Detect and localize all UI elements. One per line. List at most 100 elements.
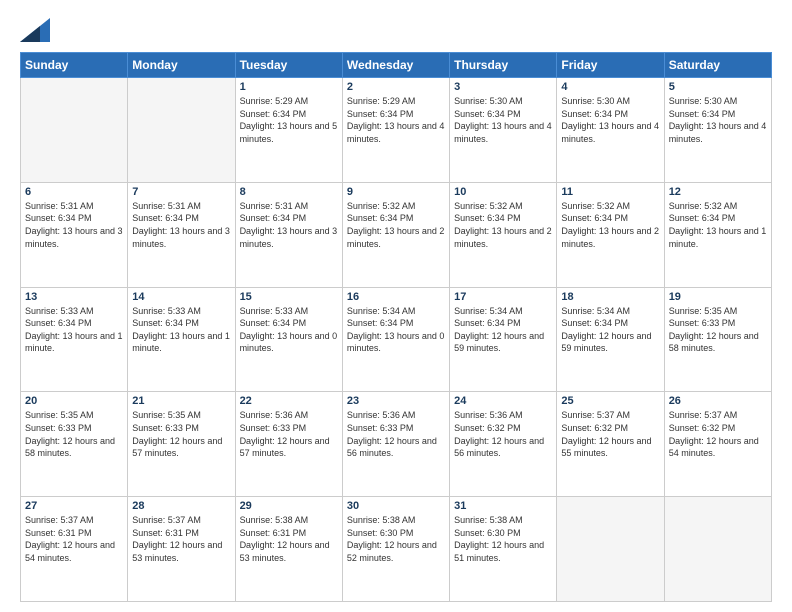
calendar-cell: 21 Sunrise: 5:35 AM Sunset: 6:33 PM Dayli… bbox=[128, 392, 235, 497]
header bbox=[20, 18, 772, 42]
calendar-cell: 27 Sunrise: 5:37 AM Sunset: 6:31 PM Dayli… bbox=[21, 497, 128, 602]
day-info: Sunrise: 5:32 AM Sunset: 6:34 PM Dayligh… bbox=[561, 200, 659, 250]
day-info: Sunrise: 5:35 AM Sunset: 6:33 PM Dayligh… bbox=[669, 305, 767, 355]
day-info: Sunrise: 5:37 AM Sunset: 6:31 PM Dayligh… bbox=[25, 514, 123, 564]
weekday-header-wednesday: Wednesday bbox=[342, 53, 449, 78]
calendar-week-5: 27 Sunrise: 5:37 AM Sunset: 6:31 PM Dayli… bbox=[21, 497, 772, 602]
day-number: 26 bbox=[669, 395, 767, 407]
day-info: Sunrise: 5:31 AM Sunset: 6:34 PM Dayligh… bbox=[132, 200, 230, 250]
day-info: Sunrise: 5:38 AM Sunset: 6:30 PM Dayligh… bbox=[454, 514, 552, 564]
day-info: Sunrise: 5:36 AM Sunset: 6:32 PM Dayligh… bbox=[454, 409, 552, 459]
day-number: 19 bbox=[669, 291, 767, 303]
calendar-cell: 7 Sunrise: 5:31 AM Sunset: 6:34 PM Daylig… bbox=[128, 182, 235, 287]
day-info: Sunrise: 5:38 AM Sunset: 6:31 PM Dayligh… bbox=[240, 514, 338, 564]
weekday-header-thursday: Thursday bbox=[450, 53, 557, 78]
weekday-header-saturday: Saturday bbox=[664, 53, 771, 78]
day-number: 3 bbox=[454, 81, 552, 93]
calendar-cell: 23 Sunrise: 5:36 AM Sunset: 6:33 PM Dayli… bbox=[342, 392, 449, 497]
calendar-cell: 16 Sunrise: 5:34 AM Sunset: 6:34 PM Dayli… bbox=[342, 287, 449, 392]
day-number: 16 bbox=[347, 291, 445, 303]
calendar-cell: 1 Sunrise: 5:29 AM Sunset: 6:34 PM Daylig… bbox=[235, 78, 342, 183]
day-info: Sunrise: 5:31 AM Sunset: 6:34 PM Dayligh… bbox=[240, 200, 338, 250]
page: SundayMondayTuesdayWednesdayThursdayFrid… bbox=[0, 0, 792, 612]
calendar-week-4: 20 Sunrise: 5:35 AM Sunset: 6:33 PM Dayli… bbox=[21, 392, 772, 497]
calendar-cell: 3 Sunrise: 5:30 AM Sunset: 6:34 PM Daylig… bbox=[450, 78, 557, 183]
day-info: Sunrise: 5:29 AM Sunset: 6:34 PM Dayligh… bbox=[347, 95, 445, 145]
day-number: 30 bbox=[347, 500, 445, 512]
calendar-week-3: 13 Sunrise: 5:33 AM Sunset: 6:34 PM Dayli… bbox=[21, 287, 772, 392]
day-number: 9 bbox=[347, 186, 445, 198]
day-number: 14 bbox=[132, 291, 230, 303]
day-info: Sunrise: 5:34 AM Sunset: 6:34 PM Dayligh… bbox=[561, 305, 659, 355]
calendar-week-1: 1 Sunrise: 5:29 AM Sunset: 6:34 PM Daylig… bbox=[21, 78, 772, 183]
day-info: Sunrise: 5:37 AM Sunset: 6:32 PM Dayligh… bbox=[669, 409, 767, 459]
calendar-cell: 10Sunrise: 5:32 AM Sunset: 6:34 PM Dayli… bbox=[450, 182, 557, 287]
calendar-cell: 11 Sunrise: 5:32 AM Sunset: 6:34 PM Dayli… bbox=[557, 182, 664, 287]
day-info: Sunrise: 5:30 AM Sunset: 6:34 PM Dayligh… bbox=[669, 95, 767, 145]
day-info: Sunrise: 5:34 AM Sunset: 6:34 PM Dayligh… bbox=[347, 305, 445, 355]
day-number: 13 bbox=[25, 291, 123, 303]
calendar-cell: 14 Sunrise: 5:33 AM Sunset: 6:34 PM Dayli… bbox=[128, 287, 235, 392]
day-number: 22 bbox=[240, 395, 338, 407]
calendar-cell: 22 Sunrise: 5:36 AM Sunset: 6:33 PM Dayli… bbox=[235, 392, 342, 497]
calendar-cell: 28Sunrise: 5:37 AM Sunset: 6:31 PM Dayli… bbox=[128, 497, 235, 602]
day-info: Sunrise: 5:29 AM Sunset: 6:34 PM Dayligh… bbox=[240, 95, 338, 145]
day-number: 11 bbox=[561, 186, 659, 198]
calendar-week-2: 6 Sunrise: 5:31 AM Sunset: 6:34 PM Daylig… bbox=[21, 182, 772, 287]
day-number: 8 bbox=[240, 186, 338, 198]
day-info: Sunrise: 5:30 AM Sunset: 6:34 PM Dayligh… bbox=[561, 95, 659, 145]
day-number: 6 bbox=[25, 186, 123, 198]
weekday-header-sunday: Sunday bbox=[21, 53, 128, 78]
day-info: Sunrise: 5:36 AM Sunset: 6:33 PM Dayligh… bbox=[240, 409, 338, 459]
calendar-cell: 6 Sunrise: 5:31 AM Sunset: 6:34 PM Daylig… bbox=[21, 182, 128, 287]
day-info: Sunrise: 5:33 AM Sunset: 6:34 PM Dayligh… bbox=[240, 305, 338, 355]
day-number: 29 bbox=[240, 500, 338, 512]
day-number: 20 bbox=[25, 395, 123, 407]
day-info: Sunrise: 5:32 AM Sunset: 6:34 PM Dayligh… bbox=[347, 200, 445, 250]
day-info: Sunrise: 5:35 AM Sunset: 6:33 PM Dayligh… bbox=[25, 409, 123, 459]
day-number: 1 bbox=[240, 81, 338, 93]
day-number: 23 bbox=[347, 395, 445, 407]
day-info: Sunrise: 5:33 AM Sunset: 6:34 PM Dayligh… bbox=[132, 305, 230, 355]
calendar-cell: 25 Sunrise: 5:37 AM Sunset: 6:32 PM Dayli… bbox=[557, 392, 664, 497]
day-number: 7 bbox=[132, 186, 230, 198]
day-number: 5 bbox=[669, 81, 767, 93]
calendar-cell: 31 Sunrise: 5:38 AM Sunset: 6:30 PM Dayli… bbox=[450, 497, 557, 602]
calendar-cell: 13Sunrise: 5:33 AM Sunset: 6:34 PM Dayli… bbox=[21, 287, 128, 392]
calendar-cell: 29 Sunrise: 5:38 AM Sunset: 6:31 PM Dayli… bbox=[235, 497, 342, 602]
calendar-cell: 8 Sunrise: 5:31 AM Sunset: 6:34 PM Daylig… bbox=[235, 182, 342, 287]
day-info: Sunrise: 5:31 AM Sunset: 6:34 PM Dayligh… bbox=[25, 200, 123, 250]
calendar-cell bbox=[128, 78, 235, 183]
day-number: 27 bbox=[25, 500, 123, 512]
calendar-table: SundayMondayTuesdayWednesdayThursdayFrid… bbox=[20, 52, 772, 602]
calendar-cell: 26 Sunrise: 5:37 AM Sunset: 6:32 PM Dayli… bbox=[664, 392, 771, 497]
day-number: 21 bbox=[132, 395, 230, 407]
logo-icon bbox=[20, 18, 50, 42]
calendar-cell: 19 Sunrise: 5:35 AM Sunset: 6:33 PM Dayli… bbox=[664, 287, 771, 392]
weekday-header-tuesday: Tuesday bbox=[235, 53, 342, 78]
calendar-cell: 17Sunrise: 5:34 AM Sunset: 6:34 PM Dayli… bbox=[450, 287, 557, 392]
calendar-cell: 2Sunrise: 5:29 AM Sunset: 6:34 PM Daylig… bbox=[342, 78, 449, 183]
day-info: Sunrise: 5:32 AM Sunset: 6:34 PM Dayligh… bbox=[454, 200, 552, 250]
calendar-cell bbox=[664, 497, 771, 602]
calendar-cell: 20 Sunrise: 5:35 AM Sunset: 6:33 PM Dayli… bbox=[21, 392, 128, 497]
day-info: Sunrise: 5:34 AM Sunset: 6:34 PM Dayligh… bbox=[454, 305, 552, 355]
calendar-cell: 5 Sunrise: 5:30 AM Sunset: 6:34 PM Daylig… bbox=[664, 78, 771, 183]
weekday-header-friday: Friday bbox=[557, 53, 664, 78]
day-info: Sunrise: 5:37 AM Sunset: 6:31 PM Dayligh… bbox=[132, 514, 230, 564]
day-info: Sunrise: 5:32 AM Sunset: 6:34 PM Dayligh… bbox=[669, 200, 767, 250]
calendar-cell: 9 Sunrise: 5:32 AM Sunset: 6:34 PM Daylig… bbox=[342, 182, 449, 287]
calendar-cell: 18Sunrise: 5:34 AM Sunset: 6:34 PM Dayli… bbox=[557, 287, 664, 392]
calendar-cell: 12 Sunrise: 5:32 AM Sunset: 6:34 PM Dayli… bbox=[664, 182, 771, 287]
day-info: Sunrise: 5:37 AM Sunset: 6:32 PM Dayligh… bbox=[561, 409, 659, 459]
calendar-cell: 30 Sunrise: 5:38 AM Sunset: 6:30 PM Dayli… bbox=[342, 497, 449, 602]
day-number: 25 bbox=[561, 395, 659, 407]
day-info: Sunrise: 5:36 AM Sunset: 6:33 PM Dayligh… bbox=[347, 409, 445, 459]
day-info: Sunrise: 5:30 AM Sunset: 6:34 PM Dayligh… bbox=[454, 95, 552, 145]
day-number: 31 bbox=[454, 500, 552, 512]
day-info: Sunrise: 5:35 AM Sunset: 6:33 PM Dayligh… bbox=[132, 409, 230, 459]
calendar-cell: 24Sunrise: 5:36 AM Sunset: 6:32 PM Dayli… bbox=[450, 392, 557, 497]
day-info: Sunrise: 5:38 AM Sunset: 6:30 PM Dayligh… bbox=[347, 514, 445, 564]
day-number: 4 bbox=[561, 81, 659, 93]
day-number: 12 bbox=[669, 186, 767, 198]
